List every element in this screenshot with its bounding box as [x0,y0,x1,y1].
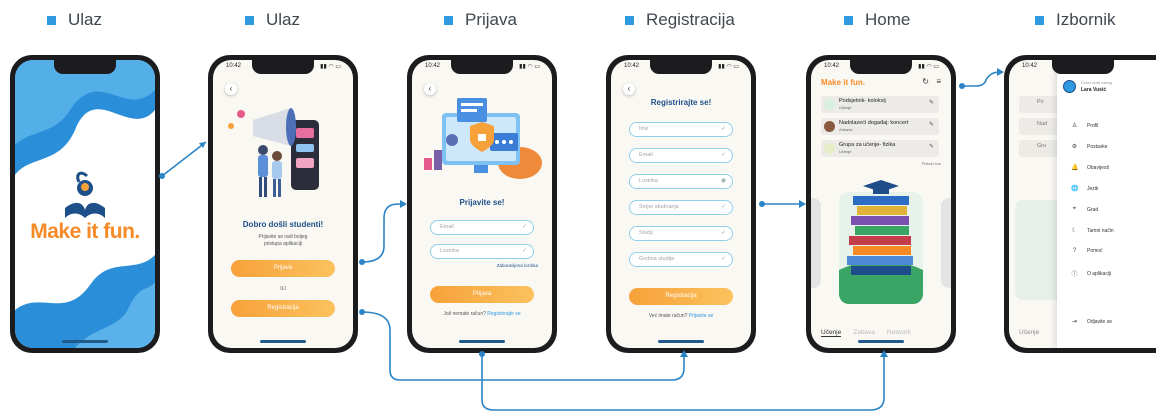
arrow-home-to-menu [962,71,1001,87]
arrow-welcome-to-login [361,203,404,263]
status-time: 10:42 [226,63,242,69]
home-indicator [62,340,108,343]
status-icons: ▮▮ ◠ ▭ [519,64,540,70]
arrow-splash-to-welcome [161,141,207,177]
status-time: 10:42 [624,63,640,69]
notch [1051,60,1114,74]
notch [850,60,912,74]
arrow-register-to-registration [361,311,685,381]
back-button[interactable]: ‹ [623,83,635,95]
notch [451,60,513,74]
home-indicator [459,340,505,343]
status-icons: ▮▮ ◠ ▭ [320,64,341,70]
notch [650,60,712,74]
status-icons: ▮▮ ◠ ▭ [918,64,939,70]
arrow-login-to-registration [481,354,885,411]
back-button[interactable]: ‹ [424,83,436,95]
home-indicator [658,340,704,343]
back-button[interactable]: ‹ [225,83,237,95]
home-indicator [858,340,904,343]
status-icons: ▮▮ ◠ ▭ [718,64,739,70]
status-time: 10:42 [824,63,840,69]
notch [252,60,314,74]
status-time: 10:42 [425,63,441,69]
notch [54,60,116,74]
home-indicator [260,340,306,343]
flow-arrows [159,68,1004,411]
status-time: 10:42 [1022,63,1038,69]
